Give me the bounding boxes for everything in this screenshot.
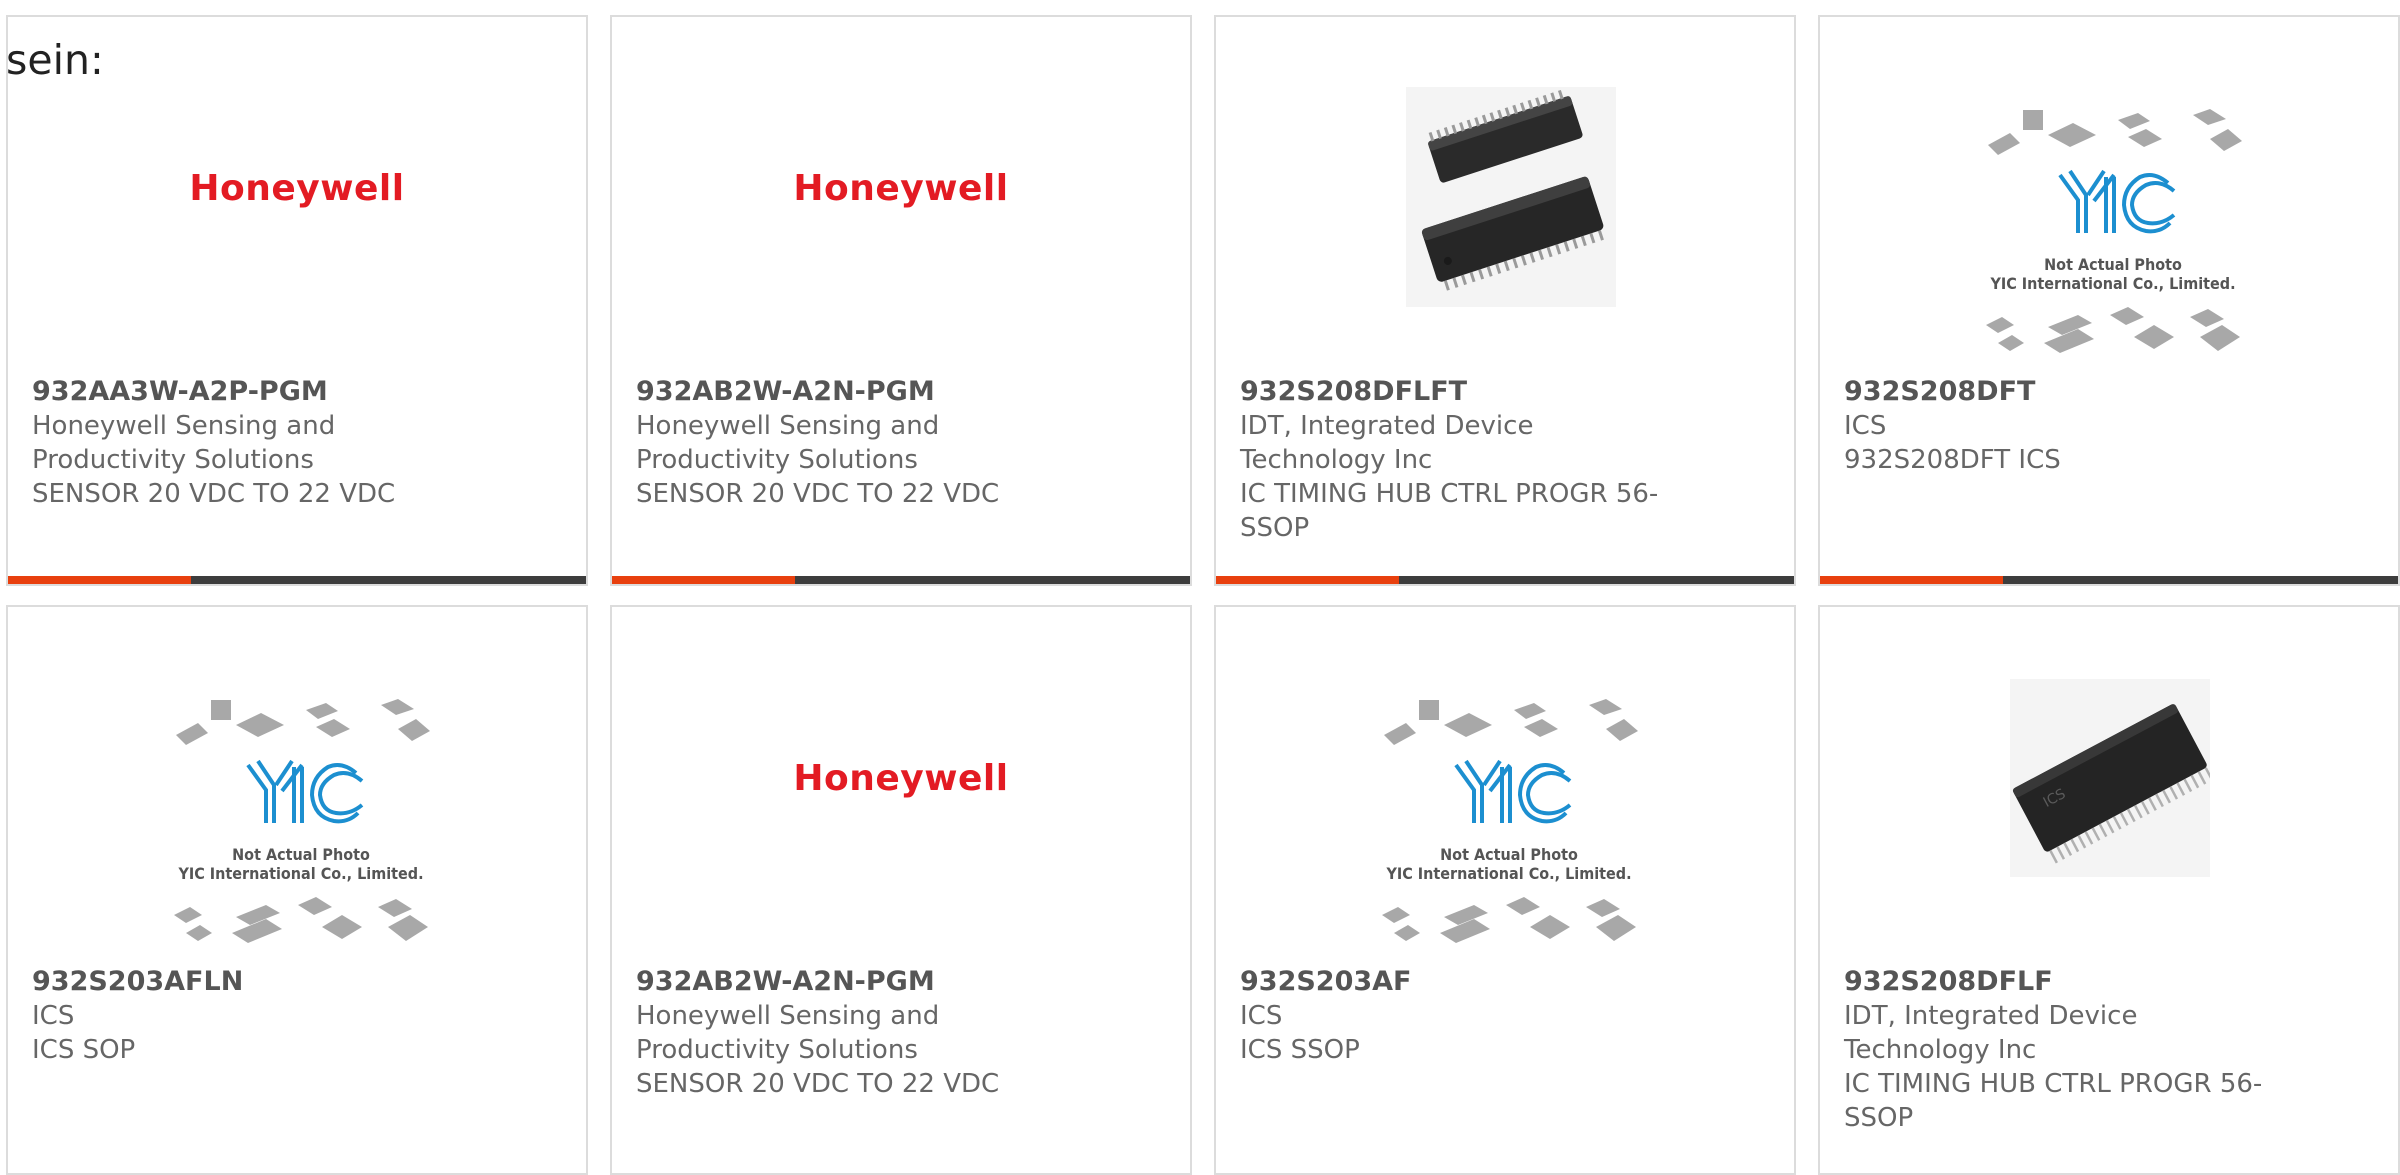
product-image[interactable]: Honeywell (612, 607, 1190, 947)
manufacturer-line: IDT, Integrated Device (1844, 1001, 2138, 1031)
yic-caption-line: YIC International Co., Limited. (177, 864, 423, 883)
manufacturer-line: Productivity Solutions (636, 1035, 918, 1065)
part-number-link[interactable]: 932AB2W-A2N-PGM (636, 375, 1116, 409)
yic-caption-line: YIC International Co., Limited. (1385, 864, 1631, 883)
product-image[interactable]: Not Actual Photo YIC International Co., … (1820, 17, 2398, 357)
product-image[interactable] (1216, 17, 1794, 357)
manufacturer-line: ICS (1844, 411, 1887, 441)
product-card[interactable]: 932S208DFLFT IDT, Integrated Device Tech… (1214, 15, 1796, 586)
description-line: SENSOR 20 VDC TO 22 VDC (636, 479, 1000, 509)
yic-caption-line: Not Actual Photo (2044, 255, 2182, 274)
product-card[interactable]: Not Actual Photo YIC International Co., … (6, 605, 588, 1175)
product-image[interactable]: Honeywell (612, 17, 1190, 357)
description-line: SSOP (1844, 1103, 1914, 1133)
yic-caption-line: Not Actual Photo (1440, 845, 1578, 864)
product-card[interactable]: Honeywell 932AB2W-A2N-PGM Honeywell Sens… (610, 15, 1192, 586)
card-accent-bar (8, 576, 586, 584)
yic-caption-line: YIC International Co., Limited. (1989, 274, 2235, 293)
part-number-link[interactable]: 932S203AFLN (32, 965, 512, 999)
manufacturer-line: Productivity Solutions (636, 445, 918, 475)
product-image[interactable]: ICS (1820, 607, 2398, 947)
honeywell-logo: Honeywell (793, 168, 1009, 209)
part-number-link[interactable]: 932AA3W-A2P-PGM (32, 375, 512, 409)
manufacturer-line: IDT, Integrated Device (1240, 411, 1534, 441)
manufacturer-line: Productivity Solutions (32, 445, 314, 475)
description-line: IC TIMING HUB CTRL PROGR 56- (1844, 1069, 2263, 1099)
intro-text: sein: (6, 36, 104, 84)
description-line: SENSOR 20 VDC TO 22 VDC (636, 1069, 1000, 1099)
description-line: ICS SOP (32, 1035, 136, 1065)
part-number-link[interactable]: 932AB2W-A2N-PGM (636, 965, 1116, 999)
product-image[interactable]: Not Actual Photo YIC International Co., … (1216, 607, 1794, 947)
description-line: SENSOR 20 VDC TO 22 VDC (32, 479, 396, 509)
card-accent-bar (1820, 576, 2398, 584)
honeywell-logo: Honeywell (189, 168, 405, 209)
description-line: ICS SSOP (1240, 1035, 1360, 1065)
yic-caption-line: Not Actual Photo (232, 845, 370, 864)
manufacturer-line: Honeywell Sensing and (32, 411, 336, 441)
manufacturer-line: ICS (32, 1001, 75, 1031)
yic-placeholder-image: Not Actual Photo YIC International Co., … (174, 699, 430, 943)
manufacturer-line: Honeywell Sensing and (636, 411, 940, 441)
ics-chip-image: ICS (2010, 679, 2210, 877)
yic-placeholder-image: Not Actual Photo YIC International Co., … (1382, 699, 1638, 943)
product-card[interactable]: Not Actual Photo YIC International Co., … (1214, 605, 1796, 1175)
part-number-link[interactable]: 932S208DFT (1844, 375, 2324, 409)
product-image[interactable]: Not Actual Photo YIC International Co., … (8, 607, 586, 947)
product-card[interactable]: ICS 932S208DFLF IDT, Integrated Device T… (1818, 605, 2400, 1175)
honeywell-logo: Honeywell (793, 758, 1009, 799)
description-line: 932S208DFT ICS (1844, 445, 2061, 475)
manufacturer-line: Technology Inc (1844, 1035, 2037, 1065)
description-line: SSOP (1240, 513, 1310, 543)
card-accent-bar (612, 576, 1190, 584)
manufacturer-line: ICS (1240, 1001, 1283, 1031)
manufacturer-line: Honeywell Sensing and (636, 1001, 940, 1031)
card-accent-bar (1216, 576, 1794, 584)
product-card[interactable]: Not Actual Photo YIC International Co., … (1818, 15, 2400, 586)
description-line: IC TIMING HUB CTRL PROGR 56- (1240, 479, 1659, 509)
manufacturer-line: Technology Inc (1240, 445, 1433, 475)
product-card[interactable]: Honeywell 932AB2W-A2N-PGM Honeywell Sens… (610, 605, 1192, 1175)
part-number-link[interactable]: 932S203AF (1240, 965, 1720, 999)
part-number-link[interactable]: 932S208DFLFT (1240, 375, 1720, 409)
yic-placeholder-image: Not Actual Photo YIC International Co., … (1986, 109, 2242, 353)
part-number-link[interactable]: 932S208DFLF (1844, 965, 2324, 999)
ssop-chip-image (1406, 87, 1616, 307)
product-card[interactable]: Honeywell 932AA3W-A2P-PGM Honeywell Sens… (6, 15, 588, 586)
